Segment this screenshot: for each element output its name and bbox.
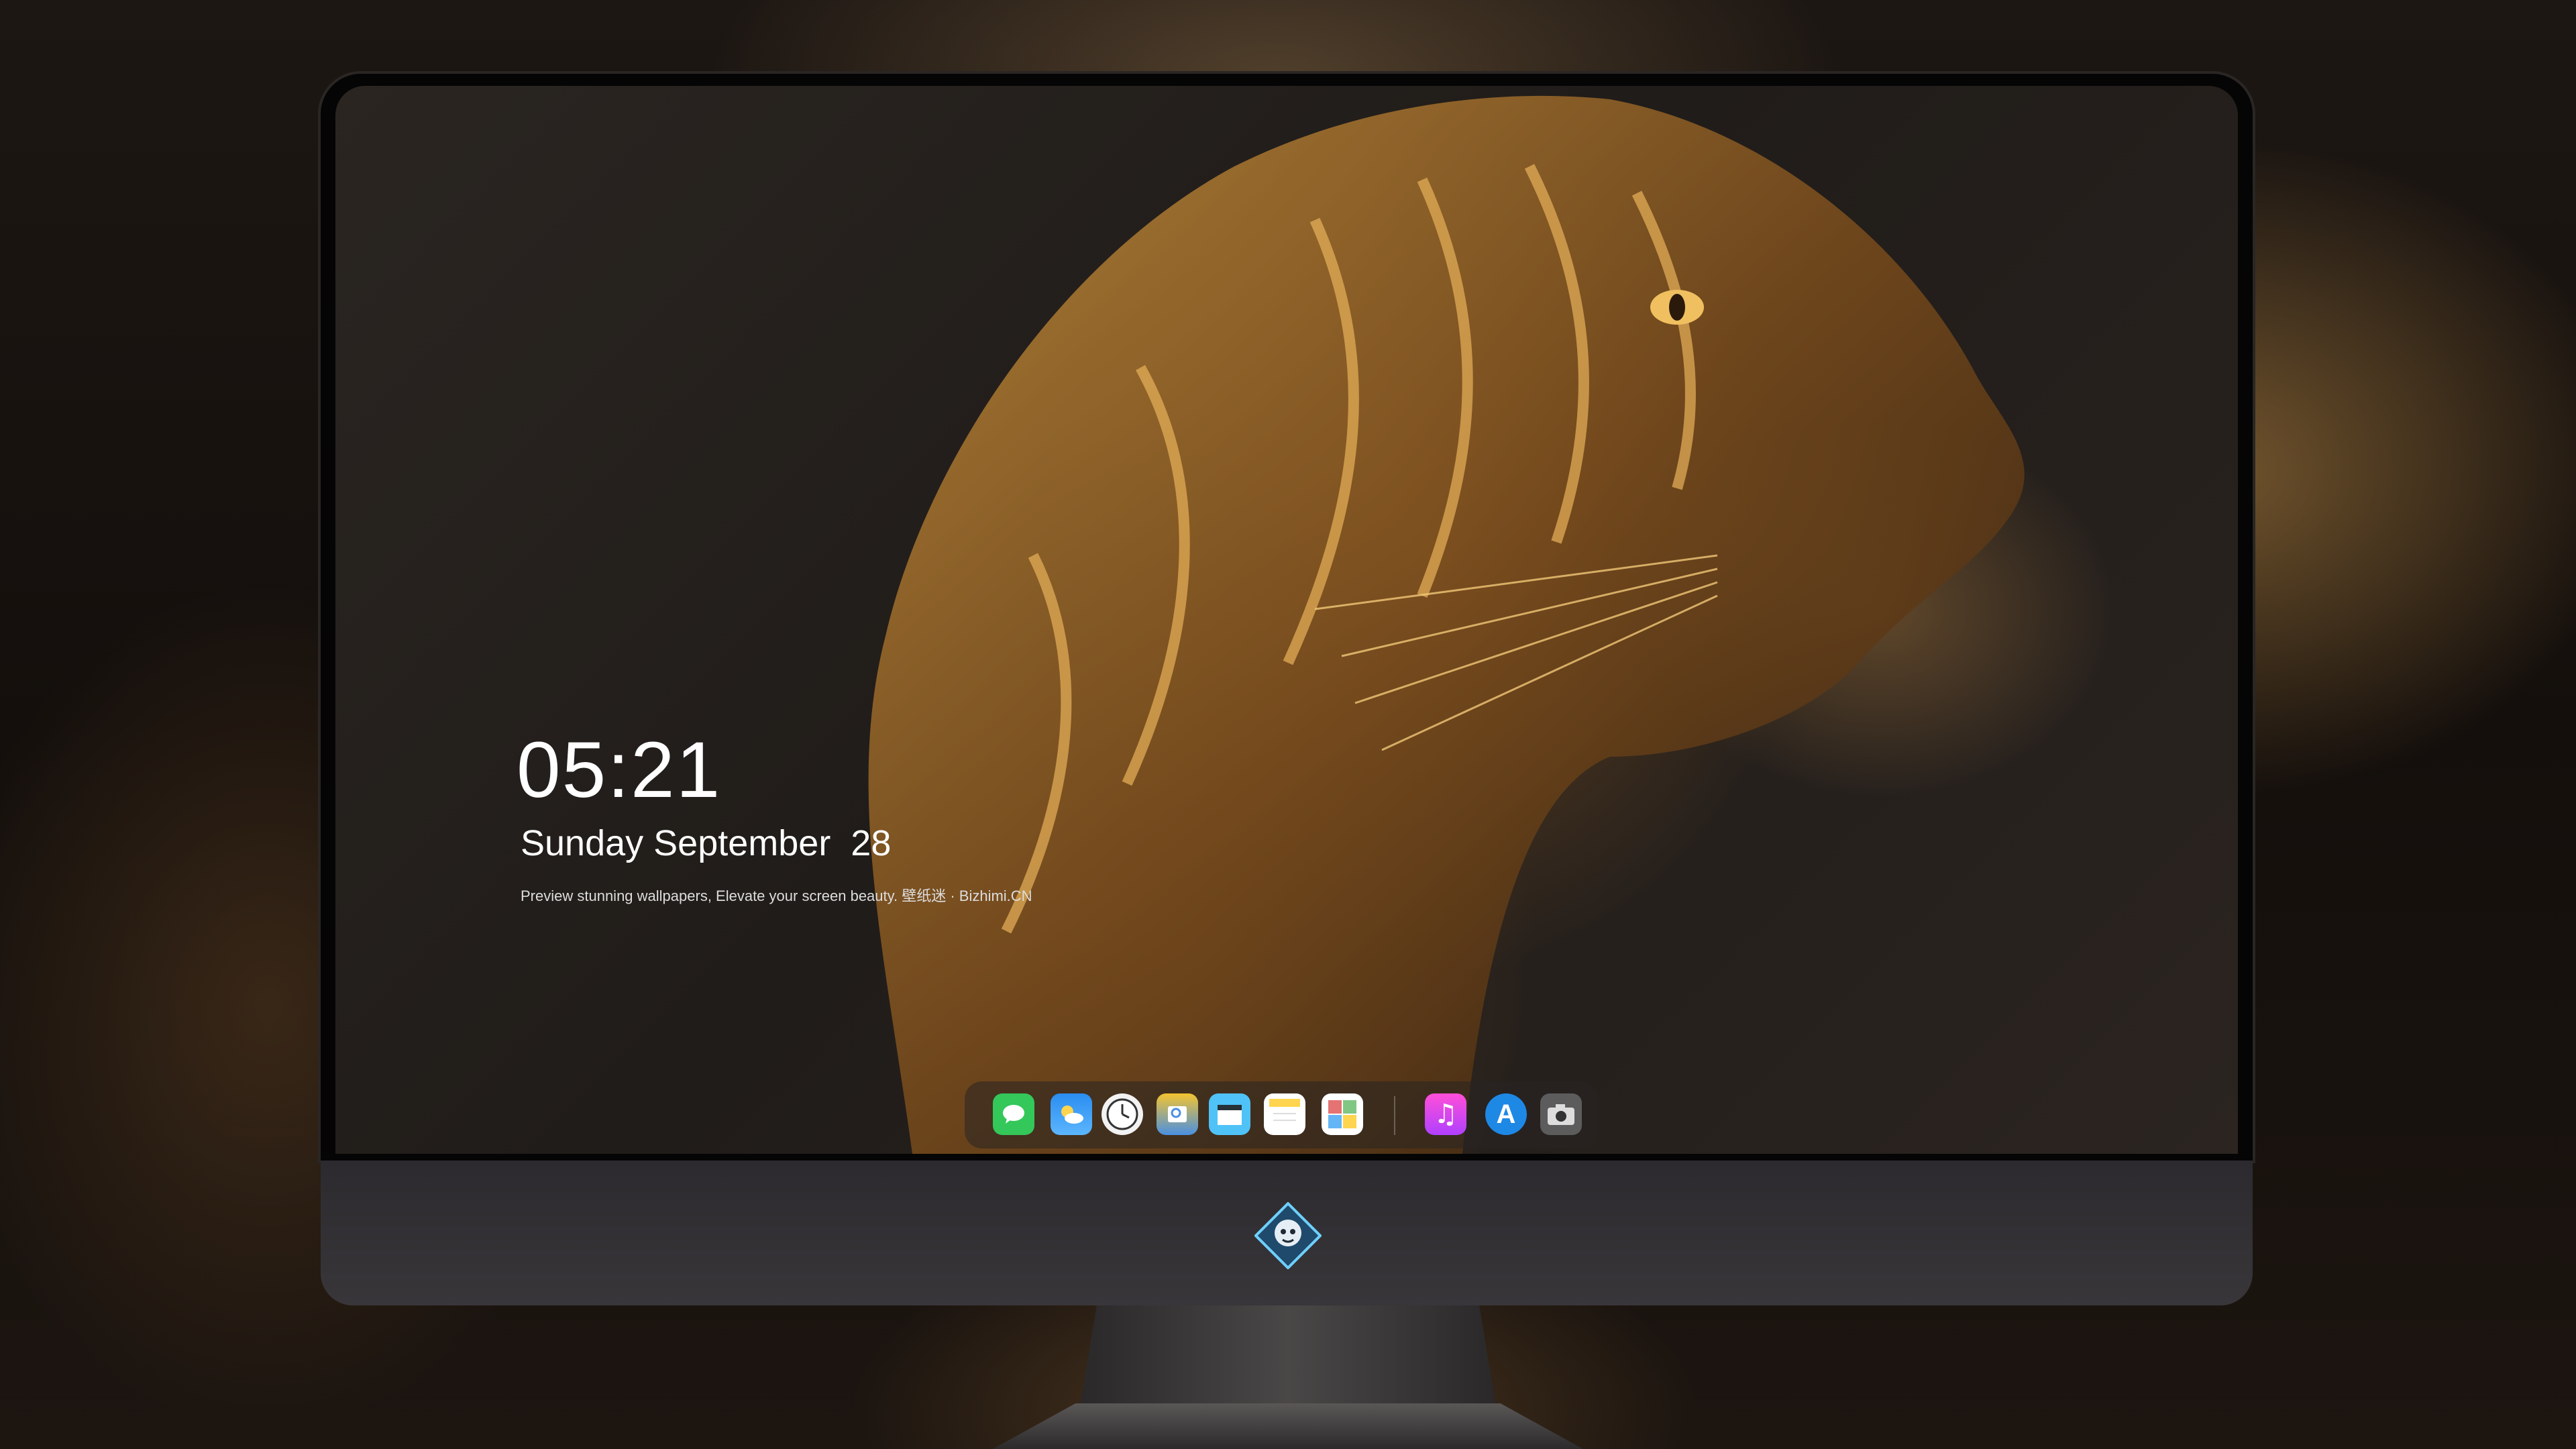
monitor-stand-neck [1080, 1305, 1496, 1406]
lockscreen-time: 05:21 [517, 726, 722, 814]
clock-icon[interactable] [1102, 1093, 1143, 1135]
weather-icon[interactable] [1051, 1093, 1092, 1135]
desktop-screen [335, 86, 2238, 1154]
monitor-stand-foot [993, 1403, 1583, 1449]
camera-icon[interactable] [1540, 1093, 1582, 1135]
dock-separator [1394, 1096, 1395, 1135]
messages-icon[interactable] [993, 1093, 1034, 1135]
photo-booth-icon[interactable] [1322, 1093, 1363, 1135]
app-store-icon[interactable]: A [1485, 1093, 1527, 1135]
lockscreen-date: Sunday September 28 [521, 823, 892, 863]
notes-icon[interactable] [1264, 1093, 1305, 1135]
lockscreen-tagline: Preview stunning wallpapers, Elevate you… [521, 888, 1032, 904]
preview-icon[interactable] [1157, 1093, 1198, 1135]
tiger-wallpaper [868, 95, 2025, 1154]
clips-icon[interactable] [1209, 1093, 1250, 1135]
tiger-emblem-icon [1254, 1201, 1322, 1270]
music-icon[interactable]: ♫ [1425, 1093, 1466, 1135]
